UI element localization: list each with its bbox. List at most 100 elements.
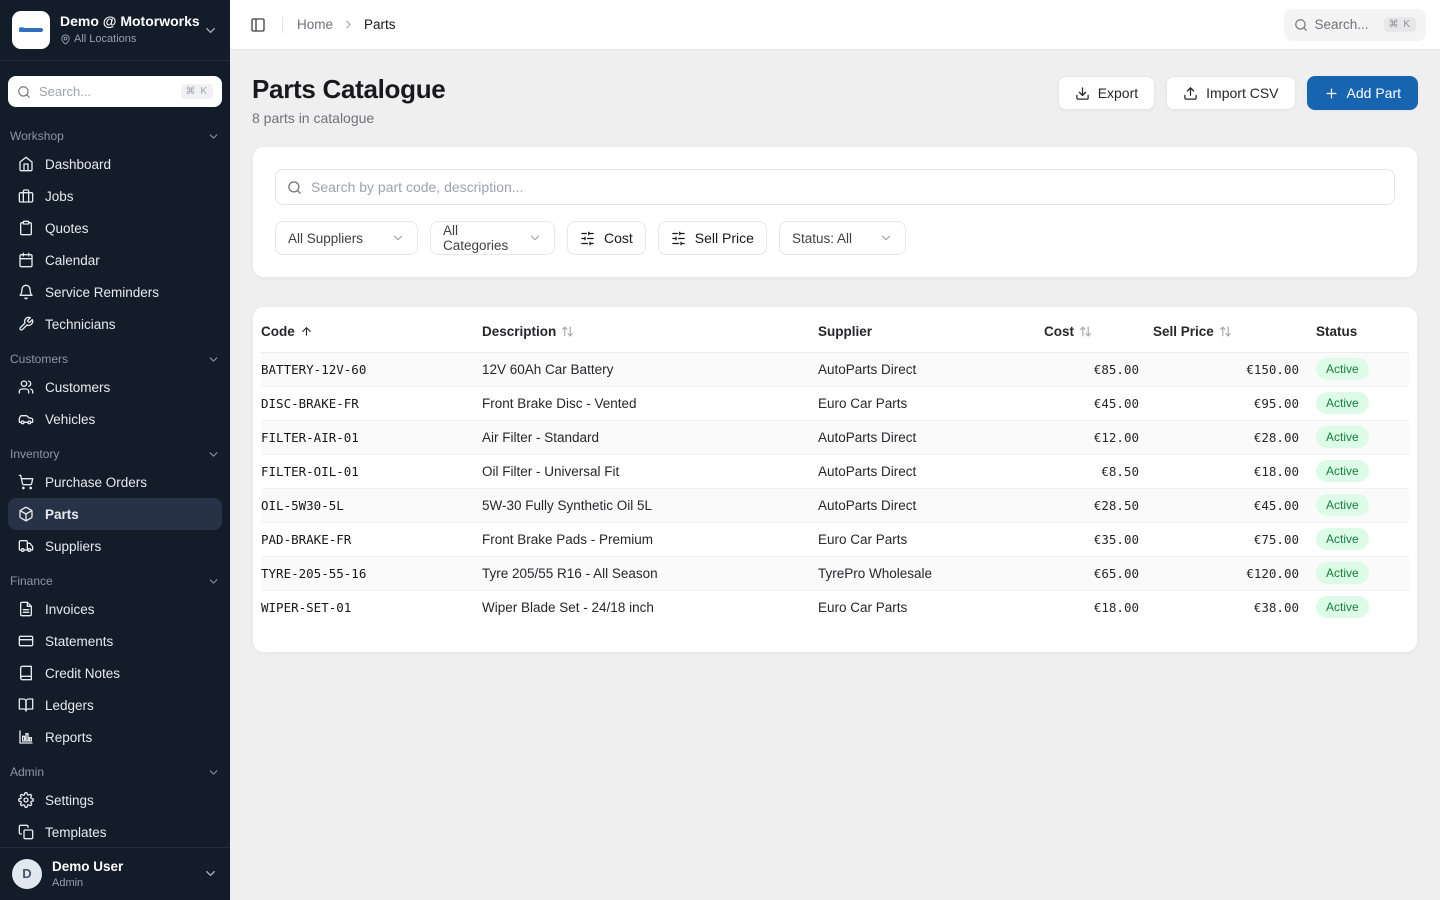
- sidebar-item-vehicles[interactable]: Vehicles: [8, 403, 222, 435]
- truck-icon: [18, 538, 34, 554]
- filter-card: Search by part code, description... All …: [252, 146, 1418, 278]
- bell-icon: [18, 284, 34, 300]
- table-row-battery-12v-60[interactable]: BATTERY-12V-6012V 60Ah Car BatteryAutoPa…: [261, 352, 1409, 386]
- breadcrumb-home[interactable]: Home: [297, 17, 333, 32]
- sidebar-item-quotes[interactable]: Quotes: [8, 212, 222, 244]
- column-header-sell-price[interactable]: Sell Price: [1139, 311, 1299, 352]
- table-row-disc-brake-fr[interactable]: DISC-BRAKE-FRFront Brake Disc - VentedEu…: [261, 386, 1409, 420]
- export-button[interactable]: Export: [1058, 76, 1155, 110]
- sidebar-item-reports[interactable]: Reports: [8, 721, 222, 753]
- part-status: Active: [1299, 454, 1409, 488]
- part-cost: €28.50: [1044, 488, 1139, 522]
- upload-icon: [1183, 86, 1198, 101]
- sidebar-item-calendar[interactable]: Calendar: [8, 244, 222, 276]
- sidebar-section-label[interactable]: Inventory: [8, 444, 222, 466]
- table-row-oil-5w30-5l[interactable]: OIL-5W30-5L5W-30 Fully Synthetic Oil 5LA…: [261, 488, 1409, 522]
- org-name: Demo @ Motorworks: [60, 13, 193, 31]
- sidebar-section-label[interactable]: Admin: [8, 762, 222, 784]
- part-cost: €18.00: [1044, 590, 1139, 624]
- avatar: D: [12, 859, 42, 889]
- search-icon: [1294, 18, 1308, 32]
- sidebar-search-placeholder: Search...: [39, 84, 91, 99]
- column-header-code[interactable]: Code: [261, 311, 482, 352]
- sidebar-item-credit-notes[interactable]: Credit Notes: [8, 657, 222, 689]
- page-actions: Export Import CSV Add Part: [1058, 76, 1418, 110]
- org-switcher[interactable]: Demo @ Motorworks All Locations: [0, 0, 230, 61]
- sidebar-item-jobs[interactable]: Jobs: [8, 180, 222, 212]
- chevron-down-icon: [207, 448, 220, 461]
- sidebar-section-label[interactable]: Workshop: [8, 126, 222, 148]
- table-body: BATTERY-12V-6012V 60Ah Car BatteryAutoPa…: [261, 352, 1409, 624]
- part-code: FILTER-OIL-01: [261, 454, 482, 488]
- sidebar-item-templates[interactable]: Templates: [8, 816, 222, 847]
- user-role: Admin: [52, 877, 123, 889]
- sidebar-section-label[interactable]: Customers: [8, 349, 222, 371]
- part-sell-price: €18.00: [1139, 454, 1299, 488]
- table-row-tyre-205-55-16[interactable]: TYRE-205-55-16Tyre 205/55 R16 - All Seas…: [261, 556, 1409, 590]
- column-header-cost[interactable]: Cost: [1044, 311, 1139, 352]
- book-open-icon: [18, 697, 34, 713]
- chevron-down-icon: [207, 766, 220, 779]
- credit-card-icon: [18, 633, 34, 649]
- search-icon: [287, 180, 302, 195]
- part-description: Air Filter - Standard: [482, 420, 818, 454]
- package-icon: [18, 506, 34, 522]
- page-title: Parts Catalogue: [252, 74, 445, 105]
- sidebar-item-service-reminders[interactable]: Service Reminders: [8, 276, 222, 308]
- sidebar-section-label[interactable]: Finance: [8, 571, 222, 593]
- sliders-icon: [671, 231, 686, 246]
- part-sell-price: €28.00: [1139, 420, 1299, 454]
- main-area: Home Parts Search... ⌘ K Parts Catalogue…: [230, 0, 1440, 900]
- sidebar-toggle-button[interactable]: [244, 11, 272, 39]
- part-code: PAD-BRAKE-FR: [261, 522, 482, 556]
- cost-filter-button[interactable]: Cost: [567, 221, 646, 255]
- parts-table: CodeDescriptionSupplierCostSell PriceSta…: [261, 311, 1409, 624]
- sidebar-item-statements[interactable]: Statements: [8, 625, 222, 657]
- chevron-down-icon: [377, 231, 405, 245]
- sell-price-filter-button[interactable]: Sell Price: [658, 221, 767, 255]
- sidebar-item-invoices[interactable]: Invoices: [8, 593, 222, 625]
- table-row-filter-air-01[interactable]: FILTER-AIR-01Air Filter - StandardAutoPa…: [261, 420, 1409, 454]
- table-row-pad-brake-fr[interactable]: PAD-BRAKE-FRFront Brake Pads - PremiumEu…: [261, 522, 1409, 556]
- chevron-down-icon: [203, 866, 218, 881]
- panel-left-icon: [250, 17, 266, 33]
- sidebar-nav: WorkshopDashboardJobsQuotesCalendarServi…: [0, 111, 230, 847]
- global-search-button[interactable]: Search... ⌘ K: [1284, 9, 1426, 41]
- sidebar-item-customers[interactable]: Customers: [8, 371, 222, 403]
- map-pin-icon: [60, 34, 71, 45]
- parts-search-input[interactable]: Search by part code, description...: [275, 169, 1395, 205]
- column-header-description[interactable]: Description: [482, 311, 818, 352]
- table-row-filter-oil-01[interactable]: FILTER-OIL-01Oil Filter - Universal FitA…: [261, 454, 1409, 488]
- part-code: FILTER-AIR-01: [261, 420, 482, 454]
- import-csv-button[interactable]: Import CSV: [1166, 76, 1295, 110]
- part-status: Active: [1299, 386, 1409, 420]
- sidebar-search-input[interactable]: Search... ⌘ K: [8, 76, 222, 107]
- status-filter-dropdown[interactable]: Status: All: [779, 221, 906, 255]
- part-supplier: Euro Car Parts: [818, 590, 1044, 624]
- part-sell-price: €45.00: [1139, 488, 1299, 522]
- category-filter-dropdown[interactable]: All Categories: [430, 221, 555, 255]
- home-icon: [18, 156, 34, 172]
- sidebar-item-suppliers[interactable]: Suppliers: [8, 530, 222, 562]
- sidebar-item-ledgers[interactable]: Ledgers: [8, 689, 222, 721]
- sidebar-item-technicians[interactable]: Technicians: [8, 308, 222, 340]
- sidebar: Demo @ Motorworks All Locations Search..…: [0, 0, 230, 900]
- sidebar-item-dashboard[interactable]: Dashboard: [8, 148, 222, 180]
- gear-icon: [18, 792, 34, 808]
- sidebar-item-settings[interactable]: Settings: [8, 784, 222, 816]
- supplier-filter-dropdown[interactable]: All Suppliers: [275, 221, 418, 255]
- sidebar-item-purchase-orders[interactable]: Purchase Orders: [8, 466, 222, 498]
- part-code: BATTERY-12V-60: [261, 352, 482, 386]
- table-row-wiper-set-01[interactable]: WIPER-SET-01Wiper Blade Set - 24/18 inch…: [261, 590, 1409, 624]
- parts-search-placeholder: Search by part code, description...: [311, 179, 523, 195]
- table-header-row: CodeDescriptionSupplierCostSell PriceSta…: [261, 311, 1409, 352]
- part-supplier: AutoParts Direct: [818, 454, 1044, 488]
- user-menu[interactable]: D Demo User Admin: [0, 847, 230, 900]
- cart-icon: [18, 474, 34, 490]
- org-logo: [12, 11, 50, 49]
- sidebar-item-parts[interactable]: Parts: [8, 498, 222, 530]
- add-part-button[interactable]: Add Part: [1307, 76, 1418, 110]
- breadcrumb: Home Parts: [297, 17, 396, 32]
- parts-table-card: CodeDescriptionSupplierCostSell PriceSta…: [252, 306, 1418, 653]
- part-code: DISC-BRAKE-FR: [261, 386, 482, 420]
